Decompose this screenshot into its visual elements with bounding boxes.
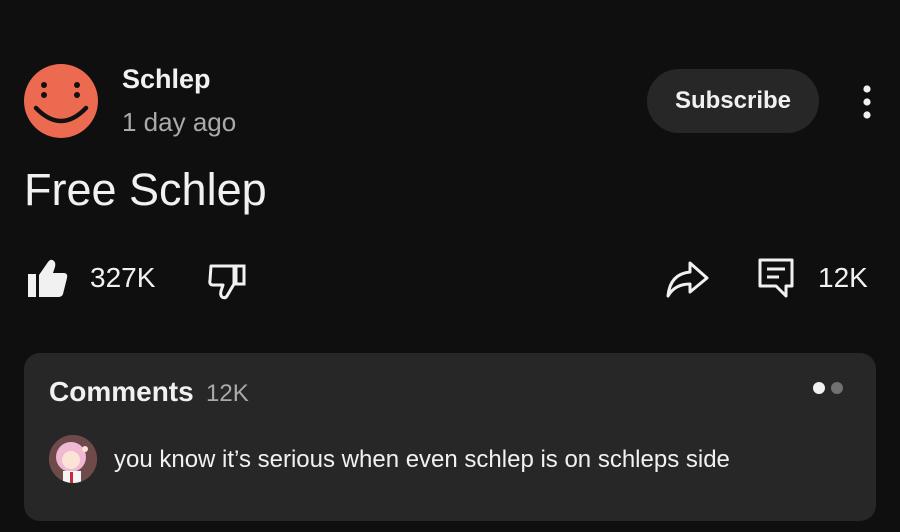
post-time: 1 day ago	[122, 107, 237, 137]
comment-count: 12K	[818, 262, 868, 293]
more-options-button[interactable]	[850, 80, 884, 124]
channel-avatar[interactable]	[24, 64, 98, 138]
carousel-dot-active	[813, 382, 825, 394]
thumbs-up-filled-icon	[28, 259, 68, 297]
subscribe-button[interactable]: Subscribe	[647, 69, 819, 133]
commenter-avatar	[49, 435, 97, 483]
comment-icon	[758, 258, 794, 298]
vertical-dots-icon	[863, 85, 871, 119]
comments-button[interactable]	[756, 256, 798, 300]
carousel-indicator	[813, 382, 843, 394]
post-text: Free Schlep	[24, 164, 267, 215]
post-page: Schlep 1 day ago Subscribe Free Schlep 3…	[0, 0, 900, 532]
comments-title: Comments	[49, 376, 194, 407]
dislike-button[interactable]	[206, 260, 250, 302]
like-count: 327K	[90, 262, 156, 293]
carousel-dot-inactive	[831, 382, 843, 394]
anime-avatar-icon	[49, 435, 97, 483]
smiley-face-icon	[33, 82, 89, 124]
share-button[interactable]	[664, 258, 710, 300]
channel-name[interactable]: Schlep	[122, 64, 211, 95]
thumbs-down-outline-icon	[208, 264, 246, 300]
top-comment-text: you know it’s serious when even schlep i…	[114, 446, 730, 473]
like-button[interactable]	[26, 257, 70, 299]
comments-card[interactable]: Comments 12K you know it’s serious when …	[24, 353, 876, 521]
share-arrow-icon	[666, 261, 709, 298]
comments-count: 12K	[206, 380, 249, 407]
